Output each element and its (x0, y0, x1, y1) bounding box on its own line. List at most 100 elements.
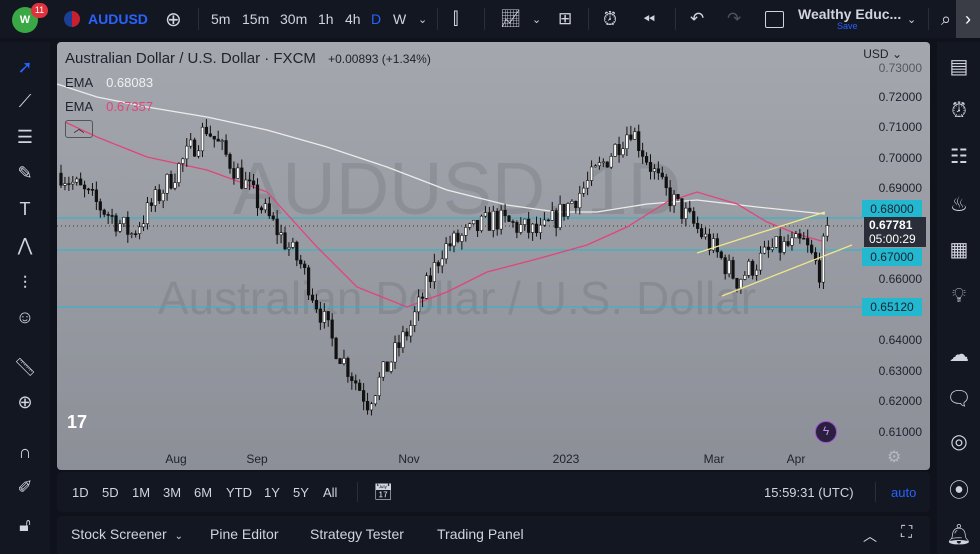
trend-line-icon[interactable]: ⟋ (12, 88, 38, 114)
interval-d[interactable]: D (371, 0, 381, 38)
lightning-icon[interactable]: ϟ (815, 421, 837, 443)
expand-arrow-icon[interactable]: › (956, 0, 980, 38)
candle-body (802, 237, 806, 240)
hotlist-fire-icon[interactable]: ♨ (945, 190, 973, 218)
undo-icon[interactable]: ↶ (690, 0, 704, 38)
settings-gear-icon[interactable]: ⚙ (887, 447, 901, 467)
candle-body (735, 278, 739, 289)
chevron-down-icon[interactable]: ⌄ (418, 0, 427, 38)
go-to-date-icon[interactable]: 📅︎ (373, 482, 393, 502)
lock-drawing-icon[interactable]: ✐ (12, 474, 38, 500)
interval-4h[interactable]: 4h (345, 0, 361, 38)
chevron-down-icon[interactable]: ⌄ (532, 0, 541, 38)
candle-body (817, 260, 822, 283)
magnet-icon[interactable]: ∩ (12, 439, 38, 465)
tab-trading-panel[interactable]: Trading Panel (437, 526, 524, 542)
tab-strategy-tester[interactable]: Strategy Tester (310, 526, 404, 542)
ideas-bulb-icon[interactable]: 💡︎ (945, 282, 973, 310)
interval-w[interactable]: W (393, 0, 406, 38)
candle-body (94, 189, 98, 202)
watchlist-icon[interactable]: ▤ (945, 52, 973, 80)
alerts-clock-icon[interactable]: ⏰︎ (945, 97, 973, 125)
range-1m[interactable]: 1M (132, 485, 150, 500)
fullscreen-square-icon[interactable] (765, 11, 784, 28)
candle-body (676, 194, 680, 199)
emoji-icon[interactable]: ☺ (12, 304, 38, 330)
candle-body (428, 275, 433, 282)
candle-body (326, 311, 330, 321)
brush-icon[interactable]: ✎ (12, 160, 38, 186)
time-tick: 2023 (552, 452, 580, 466)
candle-body (715, 238, 719, 253)
indicators-icon[interactable]: 📈︎ (500, 0, 522, 38)
symbol-search-button[interactable]: AUDUSD (88, 0, 148, 38)
prediction-icon[interactable]: ⫶ (12, 270, 38, 296)
interval-1h[interactable]: 1h (318, 0, 334, 38)
data-window-icon[interactable]: ☷ (945, 142, 973, 170)
help-icon[interactable]: ◎ (945, 427, 973, 455)
search-icon[interactable]: ⌕ (941, 0, 951, 38)
interval-5m[interactable]: 5m (211, 0, 230, 38)
redo-icon[interactable]: ↷ (727, 0, 741, 38)
ruler-icon[interactable]: 📏︎ (12, 354, 38, 380)
chart-pane[interactable]: AUDUSD, 1D Australian Dollar / U.S. Doll… (57, 42, 930, 470)
price-chart[interactable]: AUDUSD, 1D Australian Dollar / U.S. Doll… (57, 42, 930, 470)
range-5y[interactable]: 5Y (293, 485, 309, 500)
replay-icon[interactable]: ⏪︎ (643, 0, 655, 38)
currency-selector[interactable]: USD ⌄ (863, 47, 902, 61)
candle-body (593, 165, 598, 168)
cursor-icon[interactable]: ➚ (12, 54, 38, 80)
save-label[interactable]: Save (837, 21, 858, 31)
candle-body (534, 223, 539, 234)
utc-clock[interactable]: 15:59:31 (UTC) (764, 485, 854, 500)
candles-chart-type-icon[interactable]: ⫿ (453, 0, 458, 38)
zoom-in-icon[interactable]: ⊕ (12, 389, 38, 415)
candle-body (570, 200, 574, 204)
candle-body (342, 358, 346, 364)
chat-cloud-icon[interactable]: ☁ (945, 340, 973, 368)
candle-body (487, 212, 491, 231)
candle-body (456, 232, 460, 242)
ema-fast-legend[interactable]: EMA 0.67357 (65, 99, 153, 114)
range-1y[interactable]: 1Y (264, 485, 280, 500)
interval-30m[interactable]: 30m (280, 0, 307, 38)
tab-stock-screener[interactable]: Stock Screener ⌄ (71, 526, 183, 542)
alert-clock-icon[interactable]: ⏰︎ (603, 0, 617, 38)
time-tick: Mar (703, 452, 725, 466)
layout-name[interactable]: Wealthy Educ... (798, 6, 901, 22)
collapse-panel-icon[interactable]: ︿ (863, 526, 877, 546)
candle-body (703, 233, 708, 238)
compare-add-icon[interactable]: ⊕ (165, 0, 182, 38)
unlock-icon[interactable]: 🔓︎ (12, 512, 38, 538)
layout-grid-icon[interactable]: ⊞ (558, 0, 572, 38)
chevron-down-icon[interactable]: ⌄ (907, 0, 916, 38)
range-1d[interactable]: 1D (72, 485, 89, 500)
candle-body (810, 244, 814, 253)
candle-body (310, 294, 315, 301)
channel-lower-line[interactable] (721, 244, 853, 297)
collapse-legend-button[interactable]: ︿ (65, 120, 93, 138)
notifications-bell-icon[interactable]: 🔔︎ (945, 520, 973, 548)
candle-body (389, 361, 393, 372)
candle-body (330, 319, 334, 339)
pattern-icon[interactable]: ⋀ (12, 232, 38, 258)
auto-scale-toggle[interactable]: auto (891, 485, 916, 500)
candle-body (283, 232, 287, 250)
candle-body (401, 331, 405, 348)
range-all[interactable]: All (323, 485, 337, 500)
time-tick: Nov (398, 452, 420, 466)
streams-icon[interactable]: ⦿ (945, 474, 973, 502)
range-ytd[interactable]: YTD (226, 485, 252, 500)
range-6m[interactable]: 6M (194, 485, 212, 500)
fib-icon[interactable]: ☰ (12, 124, 38, 150)
candle-body (181, 158, 185, 164)
text-icon[interactable]: T (12, 196, 38, 222)
ema-slow-legend[interactable]: EMA 0.68083 (65, 75, 153, 90)
maximize-panel-icon[interactable]: ⛶ (901, 524, 912, 542)
interval-15m[interactable]: 15m (242, 0, 269, 38)
range-5d[interactable]: 5D (102, 485, 119, 500)
range-3m[interactable]: 3M (163, 485, 181, 500)
messages-icon[interactable]: 🗨︎ (945, 384, 973, 412)
calendar-icon[interactable]: ▦ (945, 235, 973, 263)
tab-pine-editor[interactable]: Pine Editor (210, 526, 278, 542)
